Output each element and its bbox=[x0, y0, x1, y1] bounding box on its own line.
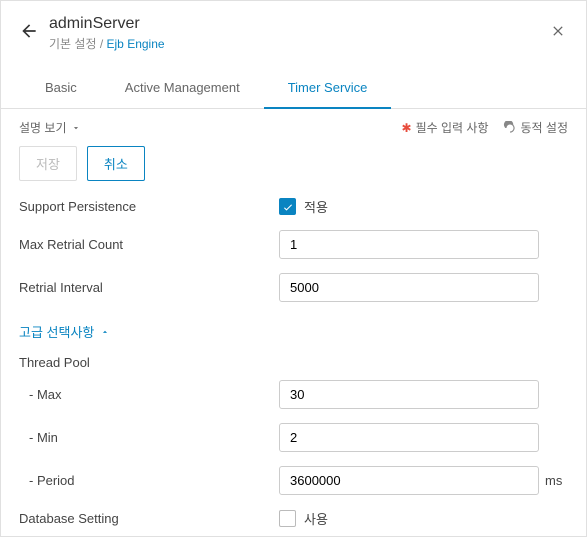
chevron-up-icon bbox=[100, 327, 110, 337]
input-thread-max[interactable] bbox=[279, 380, 539, 409]
close-button[interactable] bbox=[546, 19, 570, 43]
check-icon bbox=[282, 201, 294, 213]
close-icon bbox=[550, 23, 566, 39]
required-star-icon: ✱ bbox=[402, 121, 412, 135]
label-thread-period: - Period bbox=[19, 473, 279, 488]
page-title: adminServer bbox=[49, 15, 546, 33]
back-button[interactable] bbox=[17, 19, 41, 43]
input-thread-period[interactable] bbox=[279, 466, 539, 495]
label-support-persistence: Support Persistence bbox=[19, 199, 279, 214]
save-button: 저장 bbox=[19, 146, 77, 181]
label-thread-min: - Min bbox=[19, 430, 279, 445]
advanced-section-toggle[interactable]: 고급 선택사항 bbox=[1, 316, 586, 355]
label-retrial-interval: Retrial Interval bbox=[19, 280, 279, 295]
cancel-button[interactable]: 취소 bbox=[87, 146, 145, 181]
refresh-icon bbox=[503, 121, 517, 135]
chevron-down-icon bbox=[71, 123, 81, 133]
checkbox-support-persistence[interactable] bbox=[279, 198, 296, 215]
tab-bar: Basic Active Management Timer Service bbox=[1, 70, 586, 109]
input-thread-min[interactable] bbox=[279, 423, 539, 452]
label-thread-pool: Thread Pool bbox=[1, 355, 586, 380]
unit-ms: ms bbox=[545, 473, 562, 488]
tab-active-management[interactable]: Active Management bbox=[101, 70, 264, 109]
breadcrumb-current[interactable]: Ejb Engine bbox=[107, 37, 165, 51]
required-legend: 필수 입력 사항 bbox=[416, 119, 489, 136]
checkbox-label-use: 사용 bbox=[304, 509, 328, 528]
dynamic-legend: 동적 설정 bbox=[503, 119, 569, 136]
tab-timer-service[interactable]: Timer Service bbox=[264, 70, 392, 109]
input-retrial-interval[interactable] bbox=[279, 273, 539, 302]
input-max-retrial-count[interactable] bbox=[279, 230, 539, 259]
label-thread-max: - Max bbox=[19, 387, 279, 402]
breadcrumb-root: 기본 설정 bbox=[49, 37, 97, 51]
tab-basic[interactable]: Basic bbox=[21, 70, 101, 109]
checkbox-database-setting[interactable] bbox=[279, 510, 296, 527]
view-description-toggle[interactable]: 설명 보기 bbox=[19, 119, 81, 136]
label-database-setting: Database Setting bbox=[19, 511, 279, 526]
label-max-retrial-count: Max Retrial Count bbox=[19, 237, 279, 252]
checkbox-label-apply: 적용 bbox=[304, 197, 328, 216]
arrow-left-icon bbox=[19, 21, 39, 41]
breadcrumb: 기본 설정 / Ejb Engine bbox=[49, 35, 546, 52]
